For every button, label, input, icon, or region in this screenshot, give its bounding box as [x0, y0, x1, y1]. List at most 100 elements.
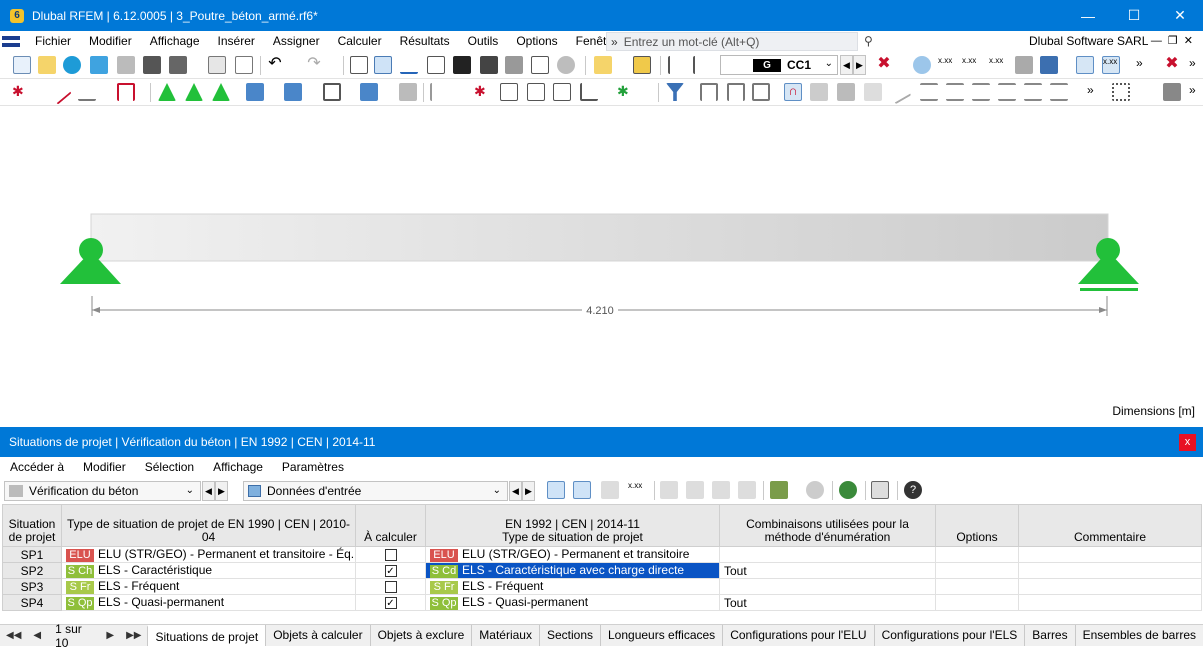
align-icon[interactable]: [920, 83, 938, 101]
beam-model-graphic[interactable]: 4.210: [0, 106, 1203, 426]
filter-icon[interactable]: [666, 83, 684, 101]
select-icon[interactable]: [573, 481, 591, 499]
table-icon[interactable]: [374, 56, 392, 74]
member-load-icon[interactable]: [284, 83, 302, 101]
node-icon[interactable]: ✱: [12, 83, 30, 101]
layers-icon[interactable]: [505, 56, 523, 74]
combinations-cell[interactable]: [719, 546, 936, 563]
xxx-icon[interactable]: x.xx: [1102, 56, 1120, 74]
col-options-header[interactable]: Options: [935, 504, 1019, 547]
menu-inserer[interactable]: Insérer: [209, 31, 264, 52]
tab-situations-de-projet[interactable]: Situations de projet: [147, 625, 266, 646]
type-en1992-cell[interactable]: S Qp ELS - Quasi-permanent: [425, 594, 720, 611]
align-icon[interactable]: [972, 83, 990, 101]
situation-id-cell[interactable]: SP4: [2, 594, 62, 611]
language-flag-icon[interactable]: [2, 36, 20, 47]
menu-resultats[interactable]: Résultats: [391, 31, 459, 52]
snap-icon[interactable]: ✱: [617, 83, 635, 101]
xxx-icon[interactable]: x.xx: [938, 56, 956, 74]
chevron-down-icon[interactable]: ⌄: [493, 485, 501, 496]
panel-menu-selection[interactable]: Sélection: [135, 457, 203, 478]
tab-barres[interactable]: Barres: [1024, 625, 1075, 646]
help-icon[interactable]: ?: [904, 481, 922, 499]
col-type-en1992-header[interactable]: EN 1992 | CEN | 2014-11 Type de situatio…: [425, 504, 720, 547]
clipping-icon[interactable]: [527, 83, 545, 101]
close-results-icon[interactable]: ✖: [1163, 56, 1181, 74]
combinations-cell[interactable]: Tout: [719, 562, 936, 579]
overflow-chevron-icon[interactable]: »: [1087, 83, 1105, 101]
script-icon[interactable]: [480, 56, 498, 74]
previous-page-icon[interactable]: ◀: [27, 630, 47, 641]
imposed-icon[interactable]: [360, 83, 378, 101]
table-row[interactable]: SP2 S Ch ELS - Caractéristique ✓ S Cd ELS - C…: [2, 562, 1202, 579]
nodal-load-icon[interactable]: [246, 83, 264, 101]
report-icon[interactable]: [871, 481, 889, 499]
next-page-icon[interactable]: ▶: [100, 630, 120, 641]
overflow-chevron-icon[interactable]: »: [1189, 83, 1203, 101]
type-en1990-cell[interactable]: S Ch ELS - Caractéristique: [61, 562, 356, 579]
guide-line-icon[interactable]: ✱: [474, 83, 492, 101]
search-icon[interactable]: ⚲: [864, 34, 873, 48]
to-calc-cell[interactable]: ✓: [355, 562, 426, 579]
member-icon[interactable]: [78, 83, 96, 101]
solid-icon[interactable]: [1015, 56, 1033, 74]
view-icon[interactable]: [557, 56, 575, 74]
frame-icon[interactable]: [700, 83, 718, 101]
undo-icon[interactable]: ↶: [266, 56, 284, 74]
surface-load-icon[interactable]: [323, 83, 341, 101]
col-situation-header[interactable]: Situation de projet: [2, 504, 62, 547]
cube-icon[interactable]: [837, 83, 855, 101]
next-icon[interactable]: ▶: [215, 481, 228, 501]
globe-icon[interactable]: [839, 481, 857, 499]
options-cell[interactable]: [935, 562, 1019, 579]
table-row[interactable]: SP4 S Qp ELS - Quasi-permanent ✓ S Qp ELS - Q…: [2, 594, 1202, 611]
delete-row-icon[interactable]: [686, 481, 704, 499]
new-model-icon[interactable]: [13, 56, 31, 74]
menu-assigner[interactable]: Assigner: [264, 31, 329, 52]
type-en1992-cell[interactable]: ELU ELU (STR/GEO) - Permanent et transito…: [425, 546, 720, 563]
open-folder-icon[interactable]: [38, 56, 56, 74]
member-support-icon[interactable]: [185, 83, 203, 101]
support-icon[interactable]: [158, 83, 176, 101]
panel-close-button[interactable]: x: [1179, 434, 1196, 451]
col-combinations-header[interactable]: Combinaisons utilisées pour la méthode d…: [719, 504, 936, 547]
tab-sections[interactable]: Sections: [538, 625, 600, 646]
graphics-viewport[interactable]: 4.210 Dimensions [m]: [0, 106, 1203, 426]
panel-menu-acceder[interactable]: Accéder à: [0, 457, 73, 478]
result-values-icon[interactable]: [913, 56, 931, 74]
properties-icon[interactable]: [427, 56, 445, 74]
combinations-cell[interactable]: [719, 578, 936, 595]
panel-menu-parametres[interactable]: Paramètres: [272, 457, 353, 478]
navigator-icon[interactable]: [350, 56, 368, 74]
moment-diagram-icon[interactable]: ∩: [784, 83, 802, 101]
cloud-icon[interactable]: [63, 56, 81, 74]
options-cell[interactable]: [935, 546, 1019, 563]
solid-load-icon[interactable]: [399, 83, 417, 101]
to-calculate-checkbox[interactable]: [384, 549, 397, 562]
save-icon[interactable]: [143, 56, 161, 74]
load-case-combo[interactable]: G CC1 ⌄: [720, 55, 838, 75]
edit-icon[interactable]: [601, 481, 619, 499]
print-report-icon[interactable]: [117, 56, 135, 74]
situation-id-cell[interactable]: SP3: [2, 578, 62, 595]
menu-options[interactable]: Options: [507, 31, 566, 52]
options-cell[interactable]: [935, 594, 1019, 611]
type-en1992-cell[interactable]: S Cd ELS - Caractéristique avec charge di…: [425, 562, 720, 579]
frame-icon[interactable]: [727, 83, 745, 101]
to-calc-cell[interactable]: ✓: [355, 594, 426, 611]
table-row[interactable]: SP1 ELU ELU (STR/GEO) - Permanent et trans…: [2, 546, 1202, 563]
export-icon[interactable]: [770, 481, 788, 499]
surface-icon[interactable]: [810, 83, 828, 101]
console-icon[interactable]: [453, 56, 471, 74]
close-button[interactable]: ✕: [1157, 0, 1203, 31]
table-row[interactable]: SP3 S Fr ELS - Fréquent S Fr ELS - Fréquent: [2, 578, 1202, 595]
comment-cell[interactable]: [1018, 546, 1202, 563]
menu-outils[interactable]: Outils: [459, 31, 508, 52]
maximize-button[interactable]: ☐: [1111, 0, 1157, 31]
tab-objets-a-exclure[interactable]: Objets à exclure: [369, 625, 472, 646]
select-icon[interactable]: [547, 481, 565, 499]
coordinate-system-icon[interactable]: [580, 83, 598, 101]
data-type-select[interactable]: Données d'entrée ⌄: [243, 481, 508, 501]
render-icon[interactable]: [1040, 56, 1058, 74]
menu-modifier[interactable]: Modifier: [80, 31, 141, 52]
